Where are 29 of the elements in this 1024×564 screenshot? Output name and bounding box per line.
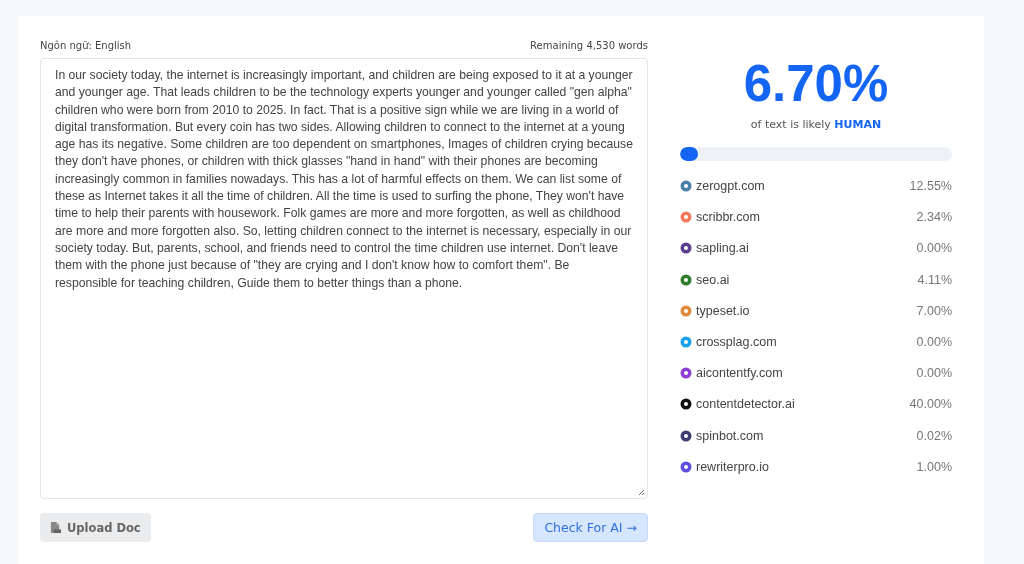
source-name: typeset.io — [696, 303, 751, 318]
source-percentage: 7.00% — [916, 303, 952, 318]
source-name: rewriterpro.io — [696, 459, 770, 474]
source-name: zerogpt.com — [696, 179, 766, 193]
source-percentage: 4.11% — [917, 272, 952, 287]
source-percentage: 12.55% — [909, 179, 952, 193]
source-percentage: 0.00% — [916, 334, 952, 349]
source-percentage: 1.00% — [916, 459, 952, 474]
source-percentage: 0.00% — [916, 366, 952, 381]
text-input-field[interactable]: In our society today, the internet is increasingly important, and children are being exposed to it at a younger and younger age. That leads children to be the technology experts younger and younger called "gen alpha" children who were born from 2010 to 2025. In fact. That is a positive sign while we are living in a world of digital transformation. But every coin has two sides. Allowing children to connect to the internet at a young age has its negative. Some children are too dependent on smartphones, Images of children crying because they don't have phones, or children with thick glasses "hand in hand" with their phones are becoming increasingly common in families nowadays. This has a lot of harmful effects on them. We can list some of these as Internet takes it all the time of children. All the time is used to surfing the phone, They won't have time to help their parents with housework. Folk games are more and more forgotten, as well as childhood are more and more forgotten also. So, letting children connect to the internet is necessary, especially in our society today. But, parents, school, and friends need to control the time children use internet. Don't leave them with the phone just because of "they are crying and I don't know how to comfort them". Be responsible for teaching children, Guide them to better things than a phone. — [40, 58, 648, 499]
source-percentage: 2.34% — [916, 210, 952, 225]
source-name: sapling.ai — [696, 241, 750, 256]
source-name: aicontentfy.com — [696, 366, 784, 381]
source-percentage: 0.02% — [916, 428, 952, 443]
source-name: seo.ai — [696, 272, 731, 287]
document-icon — [50, 521, 61, 534]
upload-button[interactable]: Upload Doc — [40, 513, 151, 542]
source-name: crossplag.com — [696, 334, 778, 349]
source-percentage: 40.00% — [909, 397, 952, 412]
result-caption: of text is likely HUMAN — [749, 118, 883, 131]
resize-handle-icon[interactable] — [637, 488, 645, 496]
score-value: 6.70% — [742, 58, 890, 110]
source-name: spinbot.com — [696, 428, 765, 443]
check-for-ai-button[interactable]: Check For AI → — [533, 513, 648, 542]
source-name: scribbr.com — [696, 210, 761, 225]
language-label: Ngôn ngữ: English — [40, 40, 132, 51]
word-count: Remaining 4,530 words — [530, 40, 648, 51]
source-percentage: 0.00% — [916, 241, 952, 256]
source-name: contentdetector.ai — [696, 397, 796, 412]
